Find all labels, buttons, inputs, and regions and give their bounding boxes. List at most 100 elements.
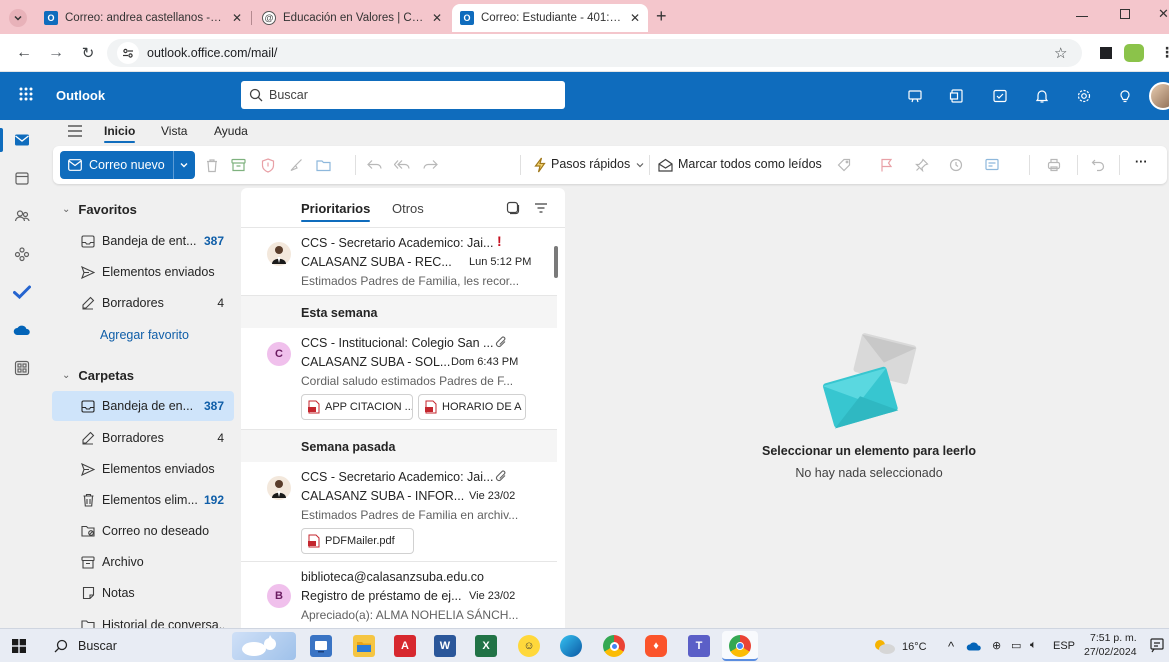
close-icon[interactable]: ✕ bbox=[432, 11, 442, 25]
clock-date[interactable]: 27/02/2024 bbox=[1084, 646, 1137, 658]
app-name[interactable]: Outlook bbox=[56, 88, 105, 103]
extension-icon[interactable] bbox=[1124, 44, 1144, 62]
address-bar[interactable]: outlook.office.com/mail/ bbox=[107, 39, 1082, 67]
notifications-icon[interactable] bbox=[1150, 638, 1164, 653]
reply-all-icon[interactable] bbox=[393, 156, 411, 174]
task-view-icon[interactable] bbox=[310, 635, 332, 657]
people-icon[interactable] bbox=[12, 206, 32, 226]
my-day-icon[interactable] bbox=[990, 86, 1010, 106]
folder-archive[interactable]: Archivo bbox=[52, 547, 234, 577]
forward-icon[interactable] bbox=[421, 156, 439, 174]
clock-icon[interactable] bbox=[947, 156, 965, 174]
folder-inbox[interactable]: Bandeja de en... 387 bbox=[52, 391, 234, 421]
bookmark-star-icon[interactable]: ☆ bbox=[1054, 44, 1067, 62]
close-icon[interactable]: ✕ bbox=[232, 11, 242, 25]
browser-tab-1[interactable]: O Correo: andrea castellanos - Ou ✕ bbox=[36, 4, 250, 32]
group-header-this-week[interactable]: Esta semana bbox=[241, 296, 557, 328]
onedrive-icon[interactable] bbox=[12, 320, 32, 340]
folder-notes[interactable]: Notas bbox=[52, 578, 234, 608]
sweep-icon[interactable] bbox=[287, 156, 305, 174]
favorites-header[interactable]: ⌄ Favoritos bbox=[62, 202, 137, 217]
clock-time[interactable]: 7:51 p. m. bbox=[1090, 632, 1137, 644]
bell-icon[interactable] bbox=[1032, 86, 1052, 106]
lightbulb-icon[interactable] bbox=[1115, 86, 1135, 106]
edge-browser-icon[interactable] bbox=[560, 635, 582, 657]
folder-drafts[interactable]: Borradores 4 bbox=[52, 423, 234, 453]
back-arrow-icon[interactable]: ← bbox=[14, 43, 34, 63]
mail-icon[interactable] bbox=[12, 130, 32, 150]
excel-app-icon[interactable]: X bbox=[475, 635, 497, 657]
file-explorer-icon[interactable] bbox=[353, 635, 375, 657]
minimize-button[interactable] bbox=[1076, 16, 1088, 17]
chrome-browser-icon[interactable] bbox=[603, 635, 625, 657]
reload-icon[interactable]: ↻ bbox=[78, 43, 98, 63]
folders-header[interactable]: ⌄ Carpetas bbox=[62, 368, 134, 383]
new-mail-button[interactable]: Correo nuevo bbox=[60, 151, 173, 179]
browser-tab-3-active[interactable]: O Correo: Estudiante - 401: Alma ✕ bbox=[452, 4, 648, 32]
windows-start-icon[interactable] bbox=[12, 639, 26, 653]
close-window-button[interactable]: ✕ bbox=[1158, 6, 1169, 22]
tag-icon[interactable] bbox=[835, 156, 853, 174]
filter-icon[interactable] bbox=[534, 202, 548, 214]
mark-all-read-button[interactable]: Marcar todos como leídos bbox=[678, 157, 822, 171]
message-item[interactable]: CCS - Secretario Academico: Jai... CALAS… bbox=[241, 462, 557, 562]
envelope-open-icon[interactable] bbox=[656, 156, 674, 174]
calendar-icon[interactable] bbox=[12, 168, 32, 188]
hamburger-menu-icon[interactable] bbox=[68, 125, 82, 137]
more-apps-icon[interactable] bbox=[12, 358, 32, 378]
tab-vista[interactable]: Vista bbox=[161, 124, 187, 138]
rules-icon[interactable] bbox=[983, 156, 1001, 174]
favorite-sent[interactable]: Elementos enviados bbox=[52, 257, 234, 287]
tray-overflow-icon[interactable]: ^ bbox=[948, 639, 954, 654]
weather-temp[interactable]: 16°C bbox=[902, 641, 927, 653]
move-to-icon[interactable] bbox=[315, 156, 333, 174]
browser-tab-2[interactable]: @ Educación en Valores | COLEGIO ✕ bbox=[254, 4, 450, 32]
favorite-drafts[interactable]: Borradores 4 bbox=[52, 288, 234, 318]
attachment-chip[interactable]: HORARIO DE A bbox=[418, 394, 526, 420]
folder-deleted[interactable]: Elementos elim... 192 bbox=[52, 485, 234, 515]
todo-check-icon[interactable] bbox=[12, 282, 32, 302]
active-app-chrome[interactable] bbox=[722, 631, 758, 661]
network-icon[interactable]: ⊕ bbox=[992, 639, 1001, 652]
tab-ayuda[interactable]: Ayuda bbox=[214, 124, 248, 138]
folder-junk[interactable]: Correo no deseado bbox=[52, 516, 234, 546]
tab-inicio[interactable]: Inicio bbox=[104, 124, 136, 143]
chevron-down-icon[interactable] bbox=[631, 156, 649, 174]
groups-icon[interactable] bbox=[12, 244, 32, 264]
tab-focused[interactable]: Prioritarios bbox=[301, 201, 371, 222]
new-tab-button[interactable]: + bbox=[656, 6, 667, 27]
attachment-chip[interactable]: APP CITACION ... bbox=[301, 394, 413, 420]
onedrive-tray-icon[interactable] bbox=[966, 641, 982, 651]
undo-icon[interactable] bbox=[1089, 156, 1107, 174]
new-mail-dropdown[interactable] bbox=[172, 151, 195, 179]
tab-search-button[interactable] bbox=[9, 9, 27, 27]
print-icon[interactable] bbox=[1045, 156, 1063, 174]
meet-now-icon[interactable] bbox=[905, 86, 925, 106]
report-icon[interactable] bbox=[259, 156, 277, 174]
folder-history[interactable]: Historial de conversa... bbox=[52, 610, 234, 628]
sidepanel-icon[interactable] bbox=[1100, 47, 1112, 59]
search-highlight-image[interactable] bbox=[232, 632, 296, 660]
tab-other[interactable]: Otros bbox=[392, 201, 424, 216]
quick-steps-button[interactable]: Pasos rápidos bbox=[551, 157, 630, 171]
profile-avatar[interactable] bbox=[1149, 82, 1169, 110]
app-launcher-icon[interactable] bbox=[18, 86, 34, 102]
acrobat-icon[interactable]: A bbox=[394, 635, 416, 657]
flag-icon[interactable] bbox=[877, 156, 895, 174]
message-list-scrollbar[interactable] bbox=[551, 228, 559, 628]
select-mode-icon[interactable] bbox=[506, 201, 520, 215]
taskbar-search[interactable]: Buscar bbox=[46, 632, 226, 660]
message-item[interactable]: C CCS - Institucional: Colegio San ... C… bbox=[241, 328, 557, 430]
lightning-icon[interactable] bbox=[531, 156, 549, 174]
emoji-app-icon[interactable]: ☺ bbox=[518, 635, 540, 657]
pin-icon[interactable] bbox=[913, 156, 931, 174]
weather-icon[interactable] bbox=[872, 637, 896, 655]
folder-sent[interactable]: Elementos enviados bbox=[52, 454, 234, 484]
teams-app-icon[interactable]: T bbox=[688, 635, 710, 657]
message-item[interactable]: B biblioteca@calasanzsuba.edu.co Registr… bbox=[241, 562, 557, 628]
reply-icon[interactable] bbox=[365, 156, 383, 174]
word-icon[interactable] bbox=[947, 86, 967, 106]
archive-icon[interactable] bbox=[229, 156, 247, 174]
search-input[interactable]: Buscar bbox=[241, 81, 565, 109]
message-item[interactable]: CCS - Secretario Academico: Jai... ! CAL… bbox=[241, 228, 557, 296]
